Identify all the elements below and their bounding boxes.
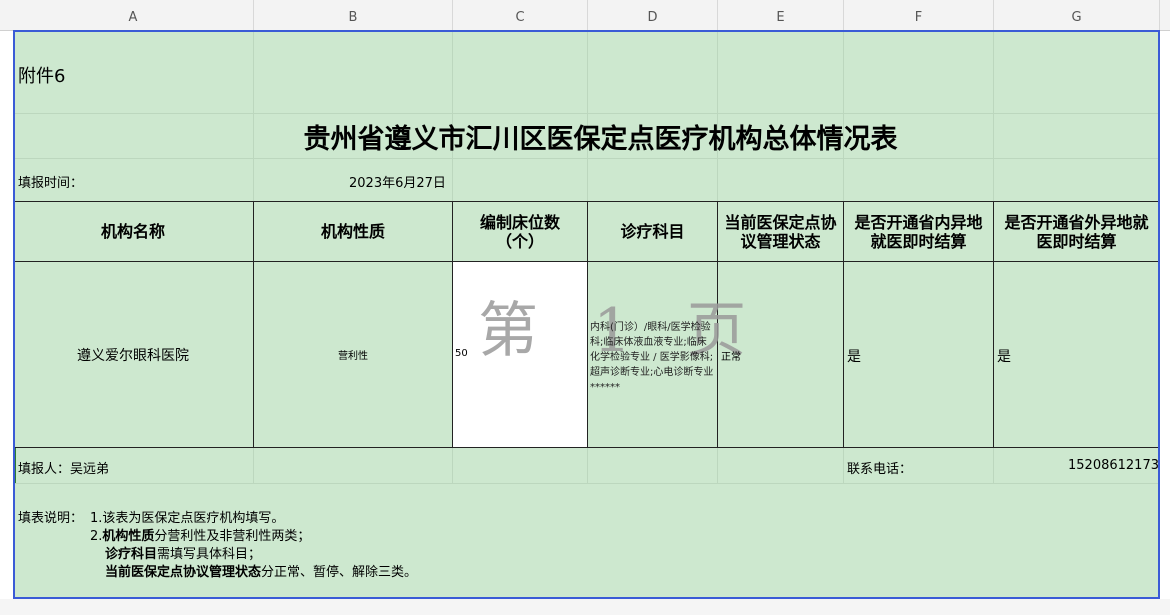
cell-agreement-status[interactable]: 正常	[721, 348, 741, 363]
attachment-label: 附件6	[18, 66, 66, 87]
header-in-province-settlement: 是否开通省内异地就医即时结算	[854, 212, 983, 251]
cell-in-province-settlement[interactable]: 是	[847, 346, 861, 366]
cell-institution-nature[interactable]: 营利性	[254, 262, 452, 447]
filler-label: 填报人：吴远弟	[18, 462, 110, 477]
report-time-label: 填报时间：	[18, 176, 84, 191]
column-header-d[interactable]: D	[588, 0, 718, 30]
column-header-b[interactable]: B	[254, 0, 453, 30]
notes-line-1: 1.该表为医保定点医疗机构填写。	[90, 511, 285, 526]
spreadsheet-selection[interactable]: 附件6 贵州省遵义市汇川区医保定点医疗机构总体情况表 填报时间： 2023年6月…	[13, 30, 1160, 599]
phone-number: 15208612173	[1068, 458, 1159, 473]
header-agreement-status: 当前医保定点协议管理状态	[724, 212, 837, 251]
cell-out-province-settlement[interactable]: 是	[997, 346, 1011, 366]
header-institution-name: 机构名称	[100, 222, 165, 241]
column-header-c[interactable]: C	[453, 0, 588, 30]
header-out-province-settlement: 是否开通省外异地就医即时结算	[1004, 212, 1149, 251]
cell-bed-count[interactable]: 50	[455, 348, 468, 359]
phone-label: 联系电话：	[847, 462, 913, 477]
header-institution-nature: 机构性质	[320, 222, 385, 241]
header-bed-count: 编制床位数（个）	[479, 212, 560, 251]
notes-line-4: 当前医保定点协议管理状态分正常、暂停、解除三类。	[105, 565, 418, 580]
column-header-bar: A B C D E F G	[0, 0, 1170, 31]
column-header-f[interactable]: F	[844, 0, 994, 30]
notes-prefix: 填表说明：	[18, 511, 84, 526]
report-date: 2023年6月27日	[349, 176, 446, 191]
notes-line-2: 2.机构性质分营利性及非营利性两类；	[90, 529, 311, 544]
column-header-e[interactable]: E	[718, 0, 844, 30]
column-header-a[interactable]: A	[13, 0, 254, 30]
active-row-indicator	[15, 448, 16, 483]
notes-line-3: 诊疗科目需填写具体科目；	[105, 547, 262, 562]
header-treatment-subjects: 诊疗科目	[620, 222, 685, 241]
sheet-grid: 附件6 贵州省遵义市汇川区医保定点医疗机构总体情况表 填报时间： 2023年6月…	[15, 32, 1159, 597]
sheet-bottom-area	[0, 599, 1170, 615]
column-header-g[interactable]: G	[994, 0, 1160, 30]
cell-institution-name[interactable]: 遵义爱尔眼科医院	[15, 262, 253, 447]
cell-treatment-subjects[interactable]: 内科(门诊）/眼科/医学检验科;临床体液血液专业;临床化学检验专业 / 医学影像…	[590, 320, 716, 395]
page-title: 贵州省遵义市汇川区医保定点医疗机构总体情况表	[303, 123, 898, 155]
